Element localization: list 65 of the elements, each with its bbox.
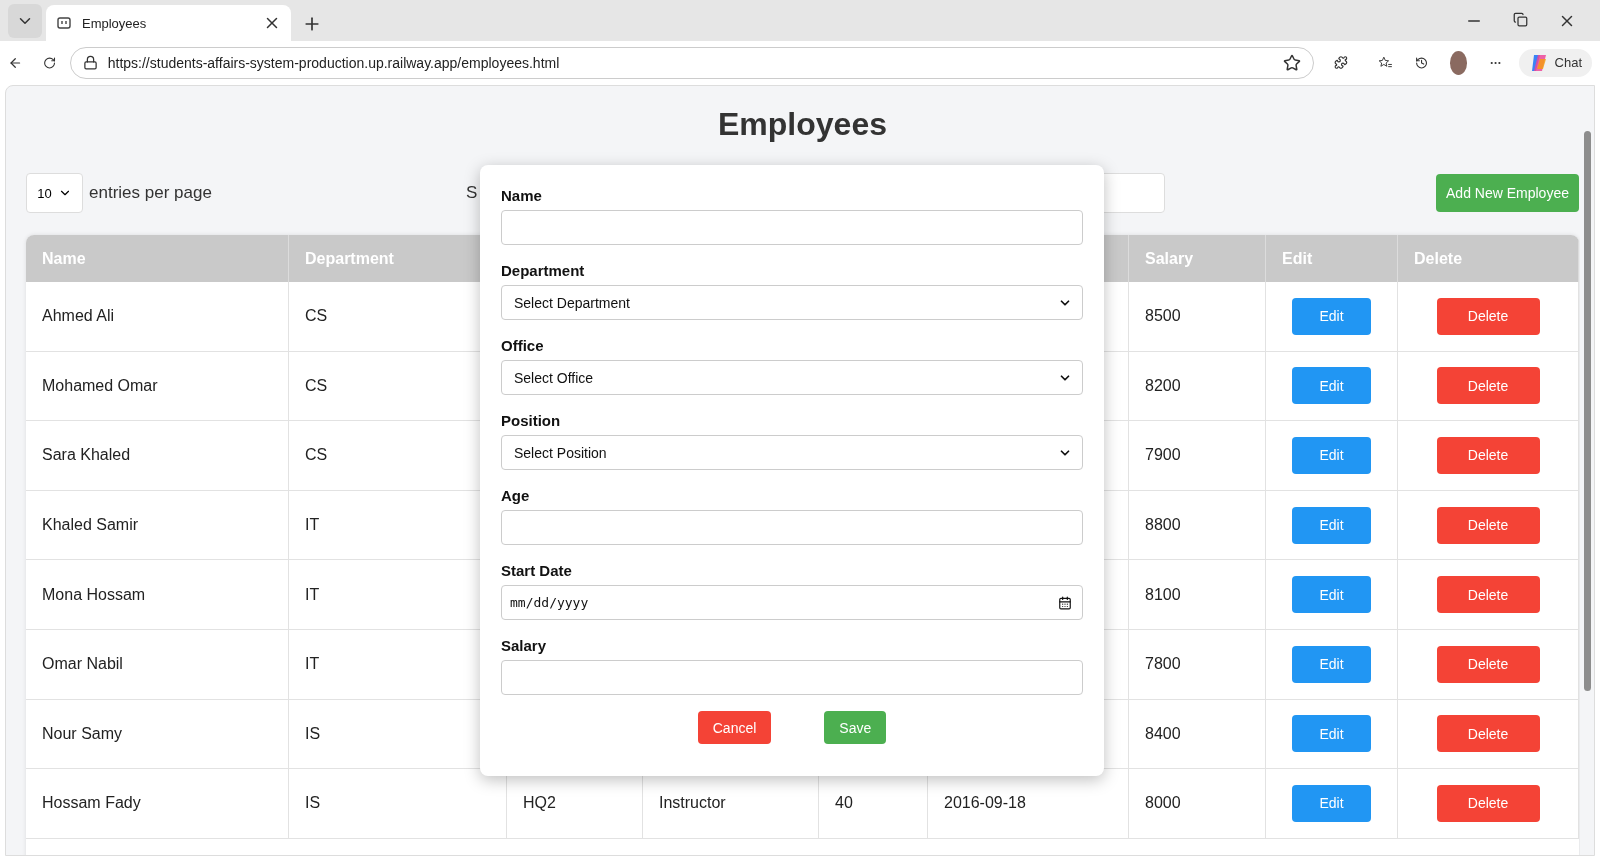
- delete-button[interactable]: Delete: [1436, 437, 1540, 474]
- restore-icon[interactable]: [1513, 11, 1528, 27]
- select-field[interactable]: Select Department: [501, 285, 1083, 320]
- delete-button[interactable]: Delete: [1436, 645, 1540, 683]
- chat-button[interactable]: Chat: [1518, 48, 1592, 77]
- search-label: S: [465, 183, 478, 203]
- select-value: Select Position: [514, 444, 608, 461]
- table-cell: Ahmed Ali: [26, 282, 289, 351]
- text-field[interactable]: [501, 510, 1083, 545]
- table-cell: 8800: [1129, 490, 1266, 560]
- edit-button[interactable]: Edit: [1292, 367, 1371, 405]
- entries-select[interactable]: 10: [26, 173, 83, 213]
- delete-button[interactable]: Delete: [1436, 506, 1540, 544]
- lock-icon: [82, 55, 98, 70]
- add-employee-button[interactable]: Add New Employee: [1436, 174, 1579, 212]
- entries-value: 10: [37, 185, 52, 201]
- scrollbar-thumb[interactable]: [1583, 131, 1591, 691]
- edit-button[interactable]: Edit: [1292, 506, 1371, 544]
- text-field[interactable]: [501, 660, 1083, 695]
- delete-button[interactable]: Delete: [1436, 784, 1540, 822]
- url-text: https://students-affairs-system-production.up.railway.app/employees.html: [107, 54, 561, 71]
- edit-button[interactable]: Edit: [1292, 784, 1371, 822]
- edit-button[interactable]: Edit: [1292, 437, 1371, 474]
- delete-button[interactable]: Delete: [1436, 297, 1540, 335]
- table-cell: 8000: [1129, 769, 1266, 838]
- table-cell: Hossam Fady: [26, 769, 289, 838]
- select-value: Select Office: [514, 369, 595, 386]
- extensions-icon[interactable]: [1333, 53, 1348, 72]
- delete-button[interactable]: Delete: [1436, 576, 1540, 614]
- browser-tab[interactable]: Employees: [46, 5, 291, 41]
- delete-button[interactable]: Delete: [1436, 367, 1540, 405]
- date-field[interactable]: mm/dd/yyyy: [501, 585, 1083, 620]
- edit-button[interactable]: Edit: [1292, 715, 1371, 753]
- table-cell: 8100: [1129, 560, 1266, 629]
- table-cell: Nour Samy: [26, 699, 289, 769]
- field-label: Name: [501, 186, 543, 206]
- table-cell: 8500: [1129, 282, 1266, 351]
- select-field[interactable]: Select Office: [501, 360, 1083, 395]
- table-cell: 7900: [1129, 421, 1266, 490]
- table-cell: 7800: [1129, 629, 1266, 699]
- tab-title: Employees: [82, 15, 148, 31]
- calendar-icon[interactable]: [1058, 595, 1072, 610]
- edit-button[interactable]: Edit: [1292, 645, 1371, 683]
- table-cell: Sara Khaled: [26, 421, 289, 490]
- cancel-button[interactable]: Cancel: [697, 711, 772, 744]
- delete-button[interactable]: Delete: [1436, 715, 1540, 753]
- chat-label: Chat: [1554, 55, 1582, 70]
- table-cell: Mona Hossam: [26, 560, 289, 629]
- entries-label: entries per page: [89, 183, 212, 203]
- page-title: Employees: [717, 105, 888, 144]
- star-icon[interactable]: [1282, 53, 1301, 72]
- edit-button[interactable]: Edit: [1292, 576, 1371, 614]
- select-value: Select Department: [514, 294, 631, 311]
- table-cell: Khaled Samir: [26, 490, 289, 560]
- tab-favicon-icon: [56, 15, 72, 31]
- table-cell: Omar Nabil: [26, 629, 289, 699]
- date-placeholder: mm/dd/yyyy: [510, 595, 590, 610]
- table-cell: 8400: [1129, 699, 1266, 769]
- edit-button[interactable]: Edit: [1292, 297, 1371, 335]
- table-cell: Mohamed Omar: [26, 351, 289, 421]
- save-button[interactable]: Save: [824, 711, 887, 744]
- select-field[interactable]: Select Position: [501, 435, 1083, 470]
- text-field[interactable]: [501, 210, 1083, 245]
- profile-avatar[interactable]: [1449, 50, 1468, 75]
- table-cell: 8200: [1129, 351, 1266, 421]
